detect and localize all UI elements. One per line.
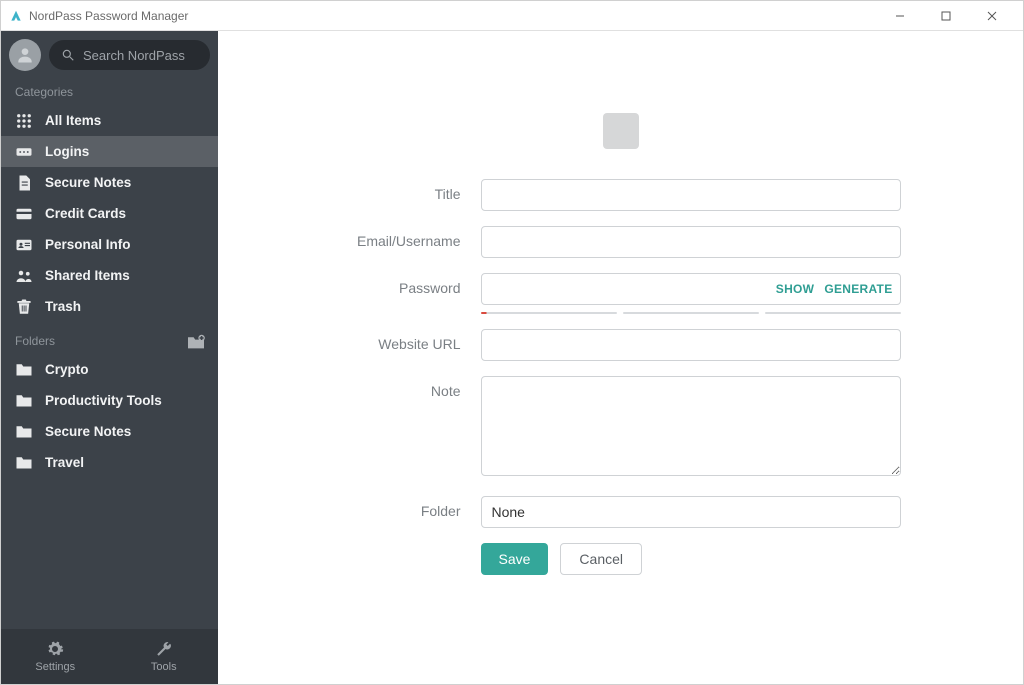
folder-select[interactable]: None [481, 496, 901, 528]
username-field[interactable] [481, 226, 901, 258]
website-label: Website URL [341, 329, 481, 352]
folder-label: Productivity Tools [45, 393, 162, 408]
settings-label: Settings [35, 661, 75, 673]
folder-label: Travel [45, 455, 84, 470]
sidebar-item-shared-items[interactable]: Shared Items [1, 260, 218, 291]
sidebar-item-personal-info[interactable]: Personal Info [1, 229, 218, 260]
sidebar-item-label: Trash [45, 299, 81, 314]
add-folder-button[interactable] [186, 334, 204, 348]
username-label: Email/Username [341, 226, 481, 249]
folder-icon [15, 361, 33, 379]
login-form: Title Email/Username Password SHOW [341, 179, 901, 575]
show-password-button[interactable]: SHOW [776, 282, 815, 296]
note-field[interactable] [481, 376, 901, 476]
sidebar-item-label: All Items [45, 113, 101, 128]
folder-label: Secure Notes [45, 424, 131, 439]
folder-label: Crypto [45, 362, 89, 377]
search-icon [61, 48, 75, 62]
minimize-button[interactable] [877, 1, 923, 31]
app-window: NordPass Password Manager Search NordPas… [0, 0, 1024, 685]
generate-password-button[interactable]: GENERATE [824, 282, 892, 296]
tools-button[interactable]: Tools [110, 629, 219, 684]
main-content: Title Email/Username Password SHOW [218, 31, 1023, 684]
password-icon [15, 143, 33, 161]
sidebar-item-credit-cards[interactable]: Credit Cards [1, 198, 218, 229]
folder-item-productivity[interactable]: Productivity Tools [1, 385, 218, 416]
folder-item-crypto[interactable]: Crypto [1, 354, 218, 385]
sidebar-item-label: Personal Info [45, 237, 131, 252]
title-label: Title [341, 179, 481, 202]
password-label: Password [341, 273, 481, 296]
categories-label: Categories [1, 75, 218, 105]
sidebar-item-label: Secure Notes [45, 175, 131, 190]
titlebar: NordPass Password Manager [1, 1, 1023, 31]
window-title: NordPass Password Manager [29, 9, 188, 23]
note-label: Note [341, 376, 481, 399]
password-strength-meter [481, 312, 901, 314]
folder-icon [15, 423, 33, 441]
folder-icon [15, 392, 33, 410]
title-field[interactable] [481, 179, 901, 211]
sidebar: Search NordPass Categories All Items Log… [1, 31, 218, 684]
search-placeholder: Search NordPass [83, 48, 185, 63]
website-field[interactable] [481, 329, 901, 361]
wrench-icon [155, 640, 173, 658]
save-button[interactable]: Save [481, 543, 549, 575]
grid-icon [15, 112, 33, 130]
sidebar-item-logins[interactable]: Logins [1, 136, 218, 167]
folders-label: Folders [15, 334, 55, 348]
sidebar-item-label: Credit Cards [45, 206, 126, 221]
search-input[interactable]: Search NordPass [49, 40, 210, 70]
sidebar-item-trash[interactable]: Trash [1, 291, 218, 322]
sidebar-item-secure-notes[interactable]: Secure Notes [1, 167, 218, 198]
maximize-button[interactable] [923, 1, 969, 31]
folder-icon [15, 454, 33, 472]
folder-item-secure-notes[interactable]: Secure Notes [1, 416, 218, 447]
sidebar-item-label: Shared Items [45, 268, 130, 283]
item-thumbnail [603, 113, 639, 149]
trash-icon [15, 298, 33, 316]
folder-item-travel[interactable]: Travel [1, 447, 218, 478]
close-button[interactable] [969, 1, 1015, 31]
tools-label: Tools [151, 661, 177, 673]
card-icon [15, 205, 33, 223]
folder-label: Folder [341, 496, 481, 519]
settings-button[interactable]: Settings [1, 629, 110, 684]
avatar[interactable] [9, 39, 41, 71]
sidebar-bottom: Settings Tools [1, 629, 218, 684]
shared-icon [15, 267, 33, 285]
gear-icon [46, 640, 64, 658]
id-icon [15, 236, 33, 254]
sidebar-item-all-items[interactable]: All Items [1, 105, 218, 136]
cancel-button[interactable]: Cancel [560, 543, 642, 575]
app-icon [9, 9, 23, 23]
note-icon [15, 174, 33, 192]
sidebar-item-label: Logins [45, 144, 89, 159]
